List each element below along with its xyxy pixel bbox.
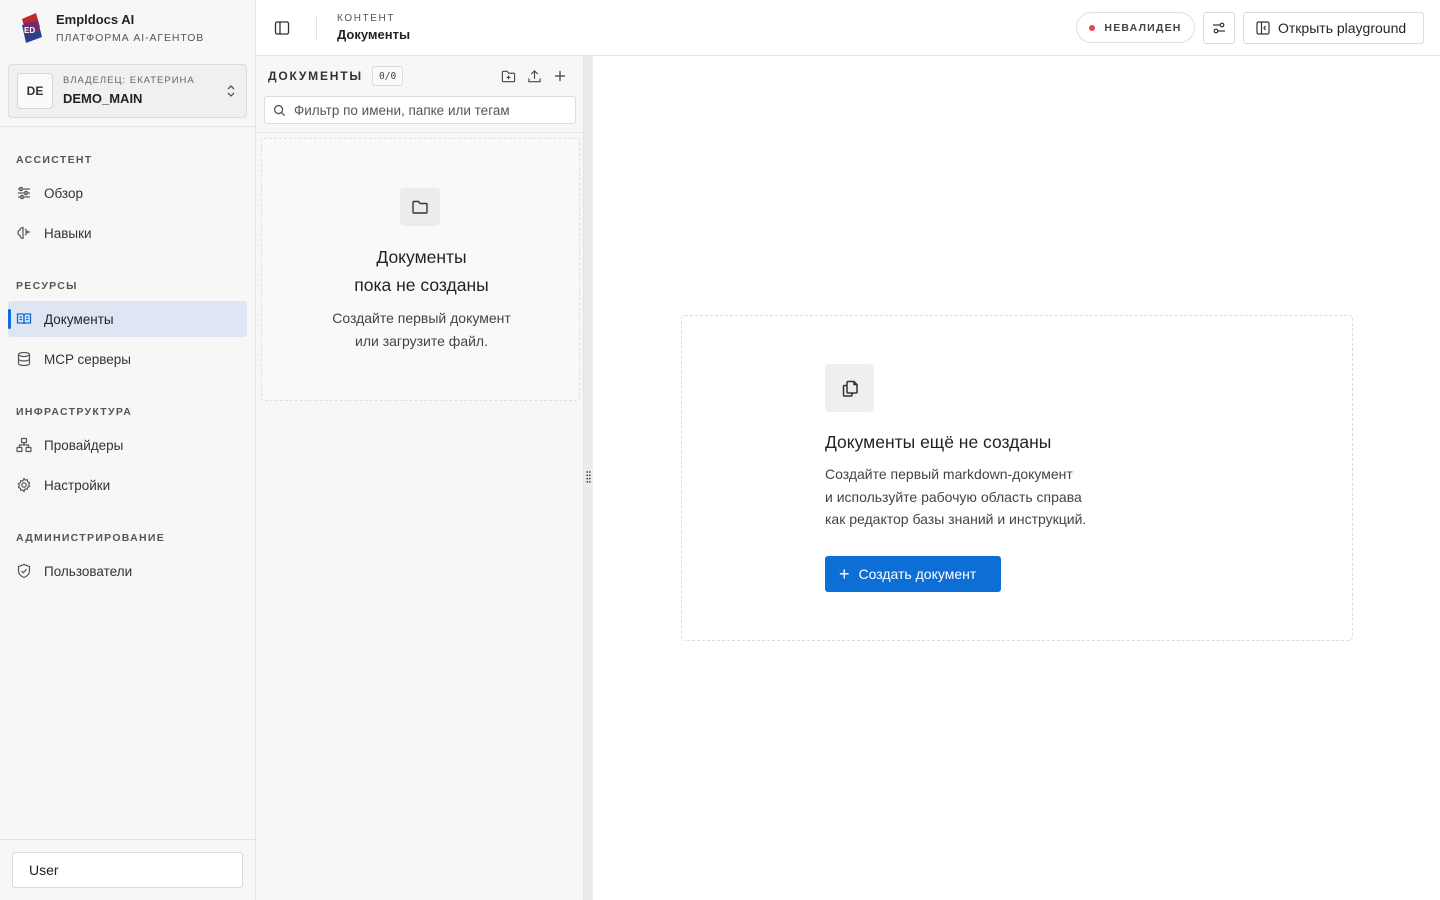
sidebar-footer-divider [0,839,255,840]
sidebar-toggle-icon [274,21,290,35]
sliders-icon [16,185,32,201]
workspace-switcher[interactable]: DE Владелец: Екатерина DEMO_MAIN [8,64,247,118]
panel-icon [1256,21,1270,35]
panel-resize-handle[interactable] [584,56,593,900]
documents-search[interactable] [264,96,576,124]
shield-icon [16,563,32,579]
settings-toggle-button[interactable] [1203,12,1235,44]
status-label: Невалиден [1104,21,1182,34]
workspace-name: DEMO_MAIN [63,91,143,106]
grip-icon [586,471,591,483]
toggles-icon [1213,22,1225,34]
brand-subtitle: Платформа AI-агентов [56,32,205,44]
page-title: Документы [337,27,411,42]
editor-empty-text-line: и используйте рабочую область справа [825,488,1082,505]
sidebar-item-label: Настройки [44,477,111,493]
documents-empty-state: Документы пока не созданы Создайте первы… [261,138,580,401]
sidebar-item-settings[interactable]: Настройки [8,467,247,503]
upload-button[interactable] [525,67,543,85]
documents-empty-title-line: Документы [376,247,467,267]
workspace-text: Владелец: Екатерина DEMO_MAIN [63,75,224,107]
documents-empty-text: Создайте первый документ или загрузите ф… [262,307,581,353]
status-dot-icon [1089,24,1096,31]
svg-text:ED: ED [24,26,35,35]
user-menu-button[interactable]: User [12,852,243,888]
upload-icon [527,69,541,82]
open-playground-label: Открыть playground [1278,20,1407,36]
brand-title: Empldocs AI [56,12,135,27]
new-folder-button[interactable] [499,67,517,85]
documents-empty-text-line: Создайте первый документ [332,310,511,326]
network-icon [16,437,32,453]
brand-logo-icon: ED [22,12,42,43]
documents-panel-title: Документы [268,69,363,83]
add-document-button[interactable] [551,67,569,85]
workspace-avatar: DE [17,73,53,109]
topbar: Контент Документы Невалиден Открыть play… [256,0,1440,56]
editor-empty-text: Создайте первый markdown-документ и испо… [825,463,1145,531]
breadcrumb-section: Контент [337,13,396,24]
sidebar-item-providers[interactable]: Провайдеры [8,427,247,463]
nav-section-administration: Администрирование [16,532,166,544]
book-icon [16,311,32,327]
plus-icon [555,71,565,81]
topbar-divider [316,16,317,40]
sidebar-divider [0,126,255,127]
sidebar-item-label: Обзор [44,185,83,201]
gear-icon [16,477,32,493]
sidebar-item-documents[interactable]: Документы [8,301,247,337]
toggle-sidebar-button[interactable] [272,18,292,38]
sidebar-item-mcp-servers[interactable]: MCP серверы [8,341,247,377]
editor-empty-text-line: как редактор базы знаний и инструкций. [825,511,1087,527]
chevron-up-down-icon [227,85,235,97]
workspace-owner: Владелец: Екатерина [63,75,195,86]
brand[interactable]: ED Empldocs AI Платформа AI-агентов [18,12,204,45]
status-badge: Невалиден [1076,12,1195,43]
documents-panel: Документы 0/0 Документы пока не созданы … [256,56,584,900]
create-document-label: Создать документ [858,566,977,582]
sidebar-item-label: Провайдеры [44,437,124,453]
plus-icon: + [839,564,850,584]
nav-section-infrastructure: Инфраструктура [16,406,133,418]
brain-icon [16,225,32,241]
folder-plus-icon [501,70,515,82]
sidebar-item-users[interactable]: Пользователи [8,553,247,589]
editor-area: Документы ещё не созданы Создайте первый… [593,56,1440,900]
folder-icon [400,188,440,226]
search-input[interactable] [294,102,564,118]
editor-empty-text-line: Создайте первый markdown-документ [825,466,1073,482]
nav-section-resources: Ресурсы [16,280,78,292]
documents-copy-icon [825,364,874,412]
sidebar-item-overview[interactable]: Обзор [8,175,247,211]
documents-empty-title: Документы пока не созданы [262,243,581,299]
brand-text: Empldocs AI Платформа AI-агентов [56,12,204,45]
nav-section-assistant: Ассистент [16,154,93,166]
create-document-button[interactable]: + Создать документ [825,556,1001,592]
sidebar-item-skills[interactable]: Навыки [8,215,247,251]
documents-count-badge: 0/0 [372,66,404,86]
documents-empty-title-line: пока не созданы [354,275,489,295]
search-icon [273,104,286,116]
database-icon [16,351,32,367]
sidebar: ED Empldocs AI Платформа AI-агентов DE В… [0,0,256,900]
sidebar-item-label: Навыки [44,225,92,241]
open-playground-button[interactable]: Открыть playground [1243,12,1424,44]
editor-empty-title: Документы ещё не созданы [825,432,1052,452]
sidebar-item-label: Документы [44,311,114,327]
editor-empty-state: Документы ещё не созданы Создайте первый… [681,315,1353,641]
documents-panel-divider [256,132,584,133]
sidebar-item-label: Пользователи [44,563,133,579]
sidebar-item-label: MCP серверы [44,351,132,367]
documents-empty-text-line: или загрузите файл. [355,333,488,349]
